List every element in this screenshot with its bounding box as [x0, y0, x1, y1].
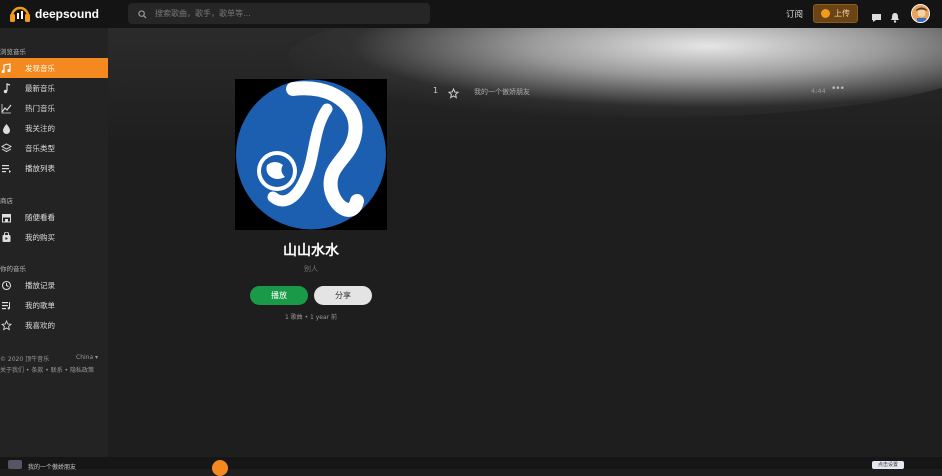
search-input[interactable] — [155, 9, 415, 18]
sidebar-item-label: 我关注的 — [25, 123, 55, 133]
sidebar-item-label: 我的购买 — [25, 232, 55, 242]
bell-icon[interactable] — [890, 8, 900, 27]
player-play-button[interactable] — [212, 460, 228, 476]
sidebar-item-label: 发现音乐 — [25, 63, 55, 73]
footer-region-select[interactable]: China ▾ — [76, 354, 98, 361]
sidebar: 浏览音乐 发现音乐 最新音乐 热门音乐 我关注的 音乐类型 播放列表 商店 随便… — [0, 28, 108, 469]
sidebar-item-my-playlists[interactable]: 我的歌单 — [0, 295, 108, 315]
search-icon — [138, 4, 147, 23]
player-thumbnail — [8, 460, 22, 469]
store-icon — [0, 211, 12, 223]
subscribe-link[interactable]: 订阅 — [786, 8, 803, 20]
sidebar-item-hot[interactable]: 热门音乐 — [0, 98, 108, 118]
player-bar: 我的一个傲娇朋友 点击设置 — [0, 457, 942, 476]
album-title: 山山水水 — [283, 243, 339, 259]
chat-icon[interactable] — [871, 8, 882, 27]
music-note-icon — [0, 62, 12, 74]
top-bar: deepsound 订阅 上传 — [0, 0, 942, 28]
upload-icon — [821, 9, 830, 18]
sidebar-item-browse-store[interactable]: 随便看看 — [0, 207, 108, 227]
play-button[interactable]: 播放 — [250, 286, 308, 305]
track-number: 1 — [433, 86, 439, 95]
sidebar-item-label: 播放记录 — [25, 280, 55, 290]
brand-name: deepsound — [35, 7, 100, 21]
player-track-title: 我的一个傲娇朋友 — [28, 464, 77, 471]
sidebar-item-label: 热门音乐 — [25, 103, 55, 113]
section-title-store: 商店 — [0, 197, 13, 205]
sidebar-item-label: 音乐类型 — [25, 143, 55, 153]
section-title-mine: 你的音乐 — [0, 265, 26, 273]
album-page: 山山水水 别人 播放 分享 1 歌曲 • 1 year 前 1 我的一个傲娇朋友… — [108, 28, 942, 457]
upload-label: 上传 — [834, 9, 850, 18]
star-icon — [0, 319, 12, 331]
track-duration: 4:44 — [811, 87, 826, 95]
sidebar-item-following[interactable]: 我关注的 — [0, 118, 108, 138]
favorite-star-icon[interactable] — [447, 84, 460, 103]
table-row[interactable]: 1 我的一个傲娇朋友 4:44 ••• — [428, 84, 848, 100]
section-title-browse: 浏览音乐 — [0, 48, 26, 56]
trending-icon — [0, 102, 12, 114]
album-meta: 1 歌曲 • 1 year 前 — [284, 314, 338, 321]
user-avatar[interactable] — [911, 4, 930, 23]
drop-icon — [0, 122, 12, 134]
sidebar-item-latest[interactable]: 最新音乐 — [0, 78, 108, 98]
more-options-icon[interactable]: ••• — [831, 84, 845, 94]
history-icon — [0, 279, 12, 291]
album-artist[interactable]: 别人 — [235, 264, 387, 274]
album-cover — [235, 79, 387, 230]
single-note-icon — [0, 82, 12, 94]
sidebar-item-discover[interactable]: 发现音乐 — [0, 58, 108, 78]
track-title[interactable]: 我的一个傲娇朋友 — [474, 87, 530, 97]
sidebar-item-history[interactable]: 播放记录 — [0, 275, 108, 295]
sidebar-item-purchases[interactable]: 我的购买 — [0, 227, 108, 247]
bag-icon — [0, 231, 12, 243]
sidebar-item-liked[interactable]: 我喜欢的 — [0, 315, 108, 335]
sidebar-item-label: 我喜欢的 — [25, 320, 55, 330]
player-settings-button[interactable]: 点击设置 — [872, 461, 904, 469]
sidebar-item-label: 我的歌单 — [25, 300, 55, 310]
sidebar-item-label: 播放列表 — [25, 163, 55, 173]
brand-logo[interactable]: deepsound — [9, 5, 99, 23]
upload-button[interactable]: 上传 — [813, 4, 858, 23]
share-button[interactable]: 分享 — [314, 286, 372, 305]
sidebar-item-label: 最新音乐 — [25, 83, 55, 93]
footer-links[interactable]: 关于我们 • 条款 • 联系 • 隐私政策 — [0, 365, 94, 374]
headphones-logo-icon — [9, 5, 31, 23]
layers-icon — [0, 142, 12, 154]
my-playlist-icon — [0, 299, 12, 311]
sidebar-item-playlists[interactable]: 播放列表 — [0, 158, 108, 178]
footer-copyright: © 2020 顶牛音乐 — [0, 356, 50, 363]
sidebar-item-label: 随便看看 — [25, 212, 55, 222]
sidebar-item-genres[interactable]: 音乐类型 — [0, 138, 108, 158]
search-bar[interactable] — [128, 3, 430, 24]
playlist-icon — [0, 162, 12, 174]
